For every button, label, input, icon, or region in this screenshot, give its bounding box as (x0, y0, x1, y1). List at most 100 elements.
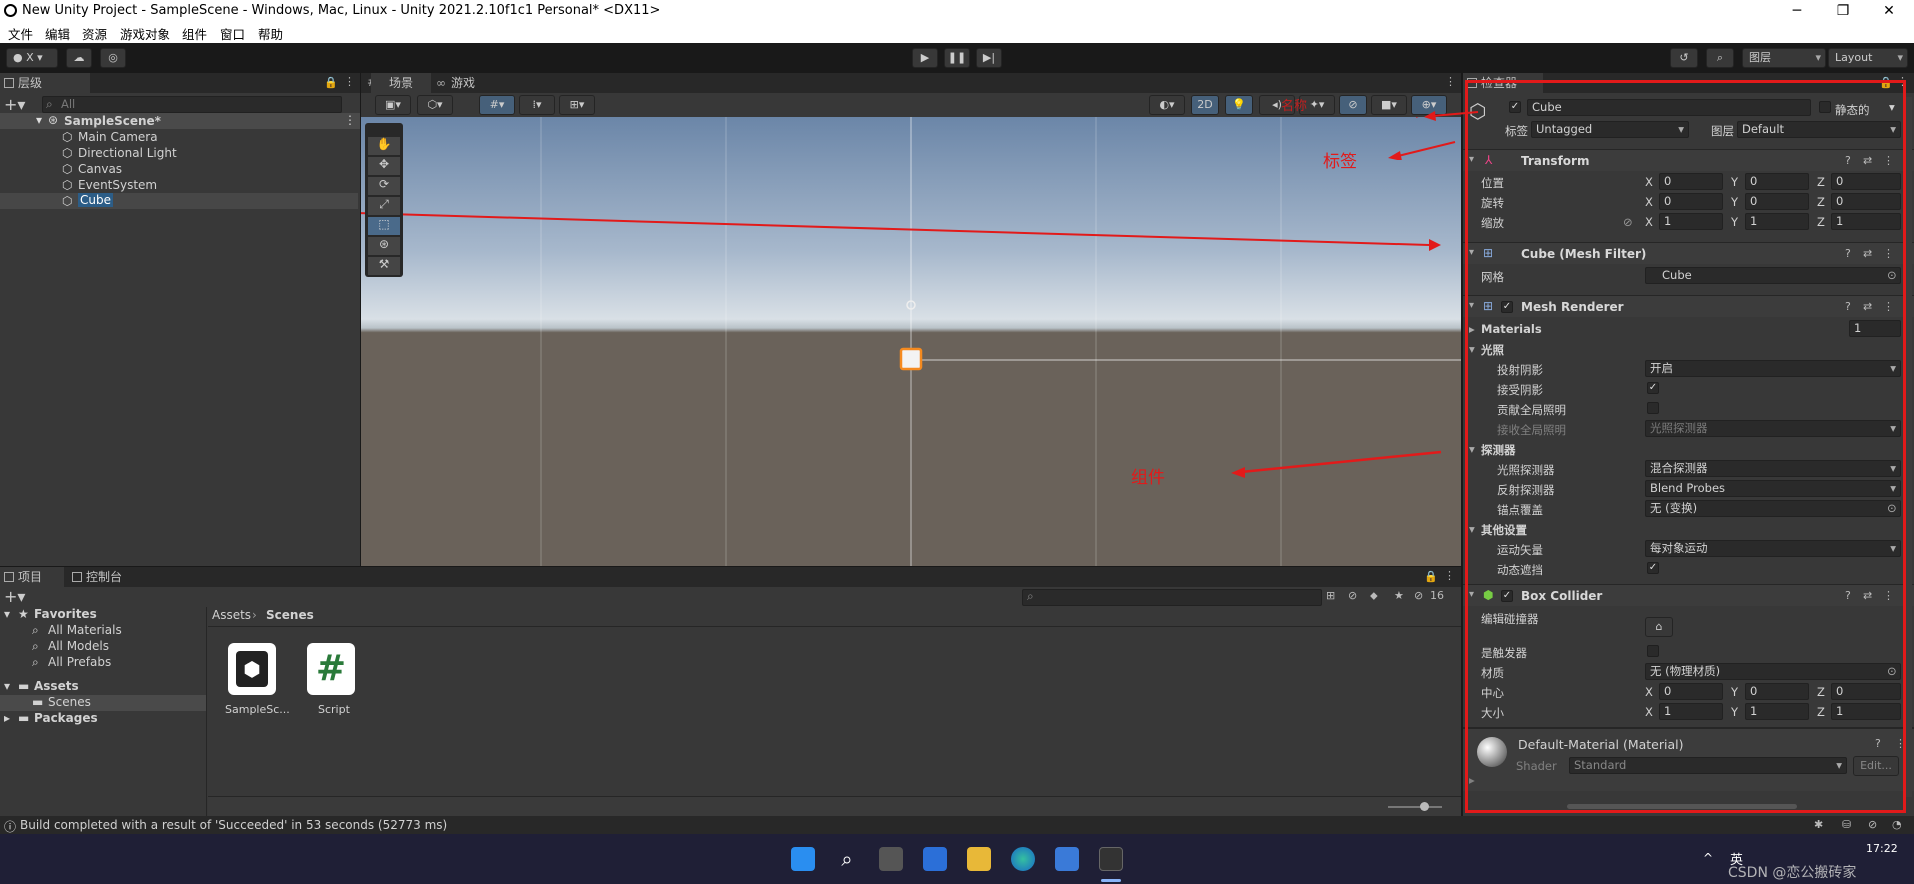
layers-dropdown[interactable]: 图层 (1742, 48, 1826, 68)
hierarchy-search-input[interactable]: All (42, 96, 342, 113)
packages-expand-icon[interactable]: ▸ (4, 711, 10, 725)
tab-scene[interactable]: 场景 (371, 73, 431, 93)
increment-snap-button[interactable]: ⁞▾ (519, 95, 555, 115)
menu-component[interactable]: 组件 (182, 24, 207, 43)
tag-icon[interactable]: ⬥ (1370, 589, 1378, 603)
search-icon[interactable]: ⌕ (835, 847, 859, 871)
custom-tool-button[interactable]: ⚒ (368, 257, 400, 275)
breadcrumb-assets[interactable]: Assets (212, 608, 251, 622)
progress-icon[interactable]: ◔ (1892, 818, 1902, 831)
menu-assets[interactable]: 资源 (82, 24, 107, 43)
hierarchy-item-main-camera[interactable]: Main Camera (78, 130, 158, 144)
draw-mode-button[interactable]: ▣▾ (375, 95, 411, 115)
csharp-script-icon[interactable]: # (307, 643, 355, 695)
play-button[interactable]: ▶ (912, 48, 938, 68)
rotate-tool-button[interactable]: ⟳ (368, 177, 400, 195)
tab-project[interactable]: 项目 (0, 567, 64, 587)
transform-tool-button[interactable]: ⊛ (368, 237, 400, 255)
windows-start-icon[interactable] (791, 847, 815, 871)
favorite-all-models[interactable]: All Models (48, 639, 109, 653)
favorite-all-materials[interactable]: All Materials (48, 623, 122, 637)
pause-button[interactable]: ❚❚ (944, 48, 970, 68)
account-dropdown[interactable]: ● X ▾ (6, 48, 58, 68)
favorite-all-prefabs[interactable]: All Prefabs (48, 655, 111, 669)
tray-expand-icon[interactable]: ^ (1703, 851, 1713, 865)
collab-button[interactable]: ◎ (100, 48, 126, 68)
project-search-input[interactable] (1022, 589, 1322, 606)
more-menu-icon[interactable]: ⋮ (344, 75, 355, 88)
grid-snap-button[interactable]: #▾ (479, 95, 515, 115)
hierarchy-item-eventsystem[interactable]: EventSystem (78, 178, 157, 192)
maximize-button[interactable]: ❐ (1820, 0, 1866, 22)
hierarchy-item-cube[interactable]: Cube (78, 193, 113, 207)
assets-expand-icon[interactable]: ▾ (4, 679, 10, 693)
tab-console[interactable]: 控制台 (68, 567, 148, 587)
filter-label-icon[interactable]: ⊘ (1348, 589, 1357, 602)
move-tool-button[interactable]: ✥ (368, 157, 400, 175)
menu-edit[interactable]: 编辑 (45, 24, 70, 43)
breadcrumb-scenes[interactable]: Scenes (266, 608, 314, 622)
step-icon: ▶| (982, 51, 996, 64)
hierarchy-selected-row[interactable] (0, 193, 358, 209)
filter-type-icon[interactable]: ⊞ (1326, 589, 1335, 602)
tab-hierarchy[interactable]: 层级 (0, 73, 90, 93)
scene-viewport[interactable]: 组件 (361, 117, 1461, 566)
file-explorer-icon[interactable] (967, 847, 991, 871)
widgets-icon[interactable] (923, 847, 947, 871)
project-panel: 项目 控制台 🔒 ⋮ +▾ ⌕ ⊞ ⊘ ⬥ ★ ⊘ 16 ▾ ★ Favorit… (0, 567, 1461, 816)
add-object-button[interactable]: +▾ (4, 95, 25, 114)
star-icon[interactable]: ★ (1394, 589, 1404, 602)
selected-folder-row[interactable] (0, 695, 206, 711)
status-message[interactable]: Build completed with a result of 'Succee… (20, 818, 447, 832)
minimize-button[interactable]: ─ (1774, 0, 1820, 22)
zoom-slider-thumb[interactable] (1420, 802, 1429, 811)
project-more-icon[interactable]: ⋮ (1444, 569, 1455, 582)
hierarchy-item-directional-light[interactable]: Directional Light (78, 146, 177, 160)
mode-2d-button[interactable]: 2D (1191, 95, 1219, 115)
scene-menu-icon[interactable]: ⋮ (344, 113, 356, 127)
scene-more-icon[interactable]: ⋮ (1445, 75, 1456, 88)
task-view-icon[interactable] (879, 847, 903, 871)
menu-window[interactable]: 窗口 (220, 24, 245, 43)
store-icon[interactable] (1055, 847, 1079, 871)
hand-tool-button[interactable]: ✋ (368, 137, 400, 155)
menu-help[interactable]: 帮助 (258, 24, 283, 43)
assets-folder[interactable]: Assets (34, 679, 79, 693)
rect-tool-button[interactable]: ⬚ (368, 217, 400, 235)
search-icon: ⌕ (32, 655, 39, 669)
gizmo-globe-button[interactable]: ◐▾ (1149, 95, 1185, 115)
tab-game[interactable]: ∞ 游戏 (433, 73, 493, 93)
move-icon: ✥ (378, 157, 390, 171)
unity-hub-icon[interactable] (1099, 847, 1123, 871)
cloud-button[interactable]: ☁ (66, 48, 92, 68)
packages-folder[interactable]: Packages (34, 711, 98, 725)
os-taskbar: ⌕ ^ 英 17:22 CSDN @恋公搬砖家 (0, 834, 1914, 884)
clock-time[interactable]: 17:22 (1866, 842, 1898, 855)
lock-icon[interactable]: 🔒 (324, 76, 338, 89)
favorites-expand-icon[interactable]: ▾ (4, 607, 10, 621)
history-button[interactable]: ↺ (1670, 48, 1698, 68)
create-asset-button[interactable]: +▾ (4, 587, 25, 606)
render-mode-button[interactable]: ⬡▾ (417, 95, 453, 115)
menu-file[interactable]: 文件 (8, 24, 33, 43)
scenes-folder[interactable]: Scenes (48, 695, 91, 709)
edge-browser-icon[interactable] (1011, 847, 1035, 871)
cache-icon[interactable]: ⛁ (1842, 818, 1851, 831)
close-button[interactable]: ✕ (1866, 0, 1912, 22)
lighting-toggle[interactable]: 💡 (1225, 95, 1253, 115)
lock-icon[interactable]: 🔒 (1424, 570, 1438, 583)
scene-expand-icon[interactable]: ▾ (36, 113, 42, 127)
scale-tool-button[interactable]: ⤢ (368, 197, 400, 215)
network-icon[interactable]: ⊘ (1868, 818, 1877, 831)
asset-tile-scene[interactable]: ⬢ (228, 643, 276, 695)
zoom-slider-track[interactable] (1388, 806, 1442, 808)
bug-icon[interactable]: ✱ (1814, 818, 1823, 831)
hierarchy-item-canvas[interactable]: Canvas (78, 162, 122, 176)
search-button[interactable]: ⌕ (1706, 48, 1734, 68)
step-button[interactable]: ▶| (976, 48, 1002, 68)
visibility-toggle[interactable]: ⊘ (1339, 95, 1367, 115)
ruler-button[interactable]: ⊞▾ (559, 95, 595, 115)
layout-dropdown[interactable]: Layout (1828, 48, 1908, 68)
hidden-packages-icon[interactable]: ⊘ (1414, 589, 1423, 602)
menu-gameobject[interactable]: 游戏对象 (120, 24, 170, 43)
